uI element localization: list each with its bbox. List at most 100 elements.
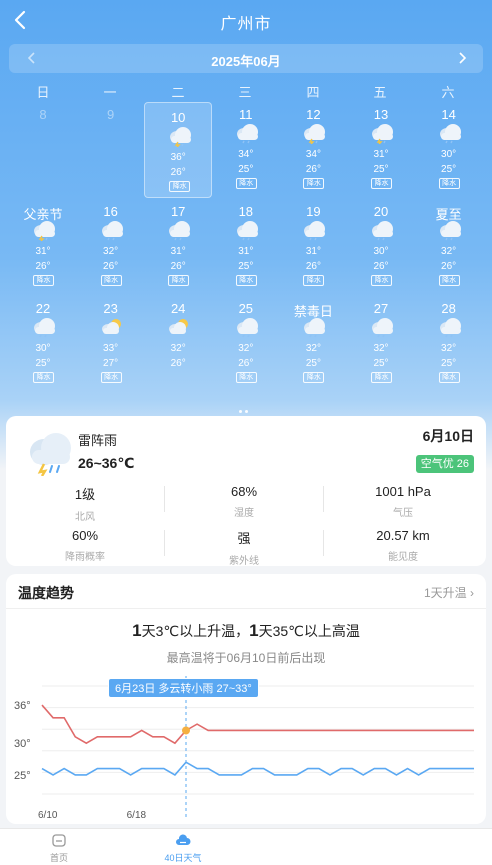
calendar-day[interactable]: 17 31° 26° 降水 [144, 197, 212, 293]
weekday-label: 四 [306, 85, 320, 100]
hot-text: 天35℃以上高温 [258, 623, 360, 639]
calendar-day[interactable]: 22 30° 25° 降水 [9, 294, 77, 390]
day-high-temp: 30° [35, 343, 51, 354]
cloudy-rain-icon [99, 219, 125, 241]
app-header: 广州市 [0, 0, 492, 40]
trend-subtitle: 最高温将于06月10日前后出现 [166, 651, 326, 665]
calendar-day[interactable]: 16 32° 26° 降水 [77, 197, 145, 293]
cloudy-rain-icon [437, 316, 463, 338]
day-label: 28 [441, 301, 456, 316]
calendar-day[interactable]: 20 30° 26° 降水 [347, 197, 415, 293]
calendar-grid: 8 9 10 36° 26° 降水 11 34° 25° 降水 12 34° 26° 降水 13 31° 25°… [9, 100, 483, 400]
bottom-nav: 首页 40日天气 [0, 828, 492, 865]
precip-badge: 降水 [371, 275, 392, 286]
chart-tooltip: 6月23日 多云转小雨 27~33° [108, 678, 259, 698]
stat-uv: 强 紫外线 [165, 528, 323, 567]
day-low-temp: 26° [238, 358, 254, 369]
stat-value: 强 [237, 531, 251, 546]
day-label: 13 [373, 107, 389, 122]
stat-label: 北风 [75, 512, 95, 523]
calendar-day[interactable]: 11 34° 25° 降水 [212, 100, 280, 196]
day-low-temp: 26° [170, 261, 186, 272]
calendar-day[interactable]: 夏至 32° 26° 降水 [415, 197, 483, 293]
thunder-rain-icon [22, 426, 78, 477]
cloudy-rain-icon [234, 219, 260, 241]
precip-badge: 降水 [100, 372, 122, 383]
day-high-temp: 31° [170, 246, 186, 257]
chevron-right-icon [459, 52, 467, 64]
calendar-day[interactable]: 27 32° 25° 降水 [347, 294, 415, 390]
day-label: 17 [170, 204, 186, 219]
divider [6, 608, 486, 609]
day-low-temp: 25° [238, 261, 254, 272]
weekday-label: 三 [238, 85, 252, 100]
day-low-temp: 26° [305, 164, 321, 175]
calendar-day[interactable]: 19 31° 26° 降水 [279, 197, 347, 293]
day-label: 12 [306, 107, 321, 122]
temperature-chart[interactable]: 36° 30° 25° 6/10 6/18 6月23日 多云转小雨 27~33° [6, 672, 486, 822]
day-high-temp: 32° [305, 343, 321, 354]
day-high-temp: 32° [441, 246, 457, 257]
calendar-day[interactable]: 14 30° 25° 降水 [415, 100, 483, 196]
cloudy-rain-icon [301, 316, 327, 338]
day-label: 19 [306, 204, 321, 219]
stat-value: 60% [71, 528, 99, 543]
nav-label: 40日天气 [164, 853, 202, 863]
temperature-trend-card: 温度趋势 1天升温 › 1天3℃以上升温，1天35℃以上高温 最高温将于06月1… [6, 574, 486, 824]
high-temp-line [41, 704, 474, 745]
precip-badge: 降水 [438, 275, 460, 286]
month-selector: 2025年06月 [9, 44, 483, 73]
warming-days-link[interactable]: 1天升温 › [424, 584, 474, 601]
weekday-label: 五 [373, 85, 387, 100]
calendar-day[interactable]: 10 36° 26° 降水 [144, 102, 213, 198]
stat-label: 降雨概率 [65, 552, 105, 563]
stat-visibility: 20.57 km 能见度 [324, 528, 482, 563]
day-low-temp: 26° [305, 261, 321, 272]
precip-badge: 降水 [235, 178, 257, 189]
weekday-header: 日 一 二 三 四 五 六 [9, 82, 483, 100]
day-low-temp: 25° [441, 164, 457, 175]
y-tick-label: 30° [14, 738, 31, 750]
condition-text: 雷阵雨 [78, 433, 118, 448]
day-label: 8 [39, 107, 47, 122]
month-label: 2025年06月 [211, 54, 281, 69]
day-low-temp: 27° [103, 358, 119, 369]
weekday-label: 一 [103, 85, 117, 100]
cloudy-rain-icon [437, 219, 463, 241]
calendar-day[interactable]: 父亲节 31° 26° 降水 [9, 197, 77, 293]
calendar-day[interactable]: 18 31° 25° 降水 [212, 197, 280, 293]
cloudy-rain-icon [166, 219, 192, 241]
day-low-temp: 25° [305, 358, 321, 369]
precip-badge: 降水 [235, 275, 257, 286]
calendar-day[interactable]: 23 33° 27° 降水 [77, 294, 145, 390]
calendar-day[interactable]: 9 [77, 100, 145, 196]
precip-badge: 降水 [371, 372, 392, 383]
calendar-day[interactable]: 28 32° 25° 降水 [415, 294, 483, 390]
weekday-label: 六 [441, 85, 455, 100]
precip-badge: 降水 [438, 178, 460, 189]
stat-wind: 1级 北风 [6, 484, 164, 523]
day-high-temp: 32° [441, 343, 457, 354]
day-label: 27 [373, 301, 389, 316]
calendar-day[interactable]: 8 [9, 100, 77, 196]
calendar-day[interactable]: 禁毒日 32° 25° 降水 [279, 294, 347, 390]
cloudy-rain-icon [234, 122, 260, 144]
day-low-temp: 26° [103, 261, 119, 272]
stat-rain-chance: 60% 降雨概率 [6, 528, 164, 563]
nav-40day-weather[interactable]: 40日天气 [138, 832, 228, 864]
warming-text: 天3℃以上升温， [141, 623, 250, 639]
page-title: 广州市 [220, 16, 272, 33]
day-low-temp: 26° [373, 261, 389, 272]
calendar-day[interactable]: 25 32° 26° 降水 [212, 294, 280, 390]
cloudy-rain-icon [234, 316, 260, 338]
calendar-day[interactable]: 12 34° 26° 降水 [279, 100, 347, 196]
day-label: 20 [373, 204, 389, 219]
trend-headline: 1天3℃以上升温，1天35℃以上高温 [6, 621, 486, 641]
trend-title: 温度趋势 [18, 585, 74, 601]
calendar-day[interactable]: 24 32° 26° [144, 294, 212, 390]
day-label: 10 [170, 110, 186, 125]
temp-range: 26~36℃ [78, 455, 135, 471]
calendar-day[interactable]: 13 31° 25° 降水 [347, 100, 415, 196]
next-month-button[interactable] [453, 49, 471, 67]
nav-home[interactable]: 首页 [14, 832, 104, 864]
